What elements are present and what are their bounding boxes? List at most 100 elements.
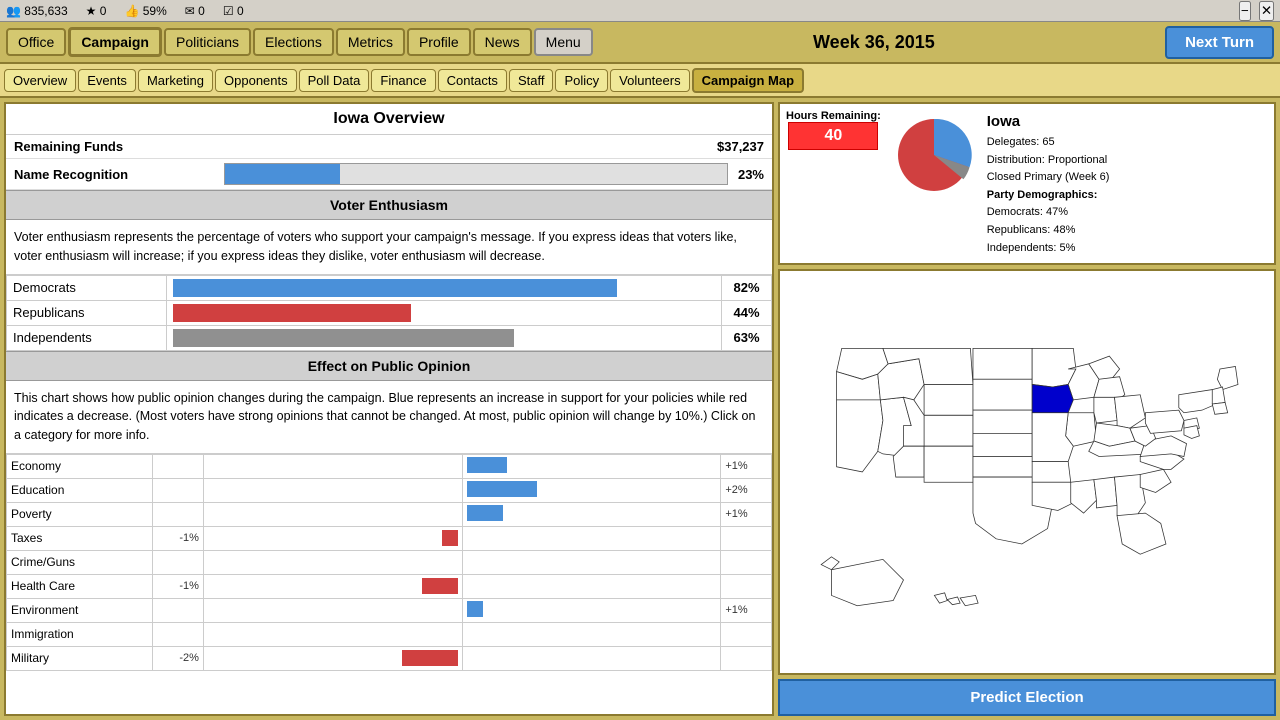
- opinion-table: Economy +1% Education +2% Poverty: [6, 454, 772, 671]
- left-panel: Iowa Overview Remaining Funds $37,237 Na…: [4, 102, 774, 716]
- opinion-row[interactable]: Taxes -1%: [7, 526, 772, 550]
- opinion-neg-val: -2%: [153, 646, 204, 670]
- subtab-opponents[interactable]: Opponents: [215, 69, 297, 92]
- star-stat: ★ 0: [86, 4, 107, 18]
- subtab-policy[interactable]: Policy: [555, 69, 608, 92]
- predict-election-button[interactable]: Predict Election: [778, 679, 1276, 716]
- tab-metrics[interactable]: Metrics: [336, 28, 405, 56]
- opinion-pos-val: [721, 574, 772, 598]
- opinion-neg-val: -1%: [153, 574, 204, 598]
- iowa-delegates: Delegates: 65: [987, 134, 1110, 152]
- subtab-volunteers[interactable]: Volunteers: [610, 69, 689, 92]
- subtab-contacts[interactable]: Contacts: [438, 69, 507, 92]
- enthusiasm-row: Republicans 44%: [7, 300, 772, 325]
- subtab-marketing[interactable]: Marketing: [138, 69, 213, 92]
- week-display: Week 36, 2015: [813, 32, 935, 53]
- iowa-democrats-pct: Democrats: 47%: [987, 204, 1110, 222]
- opinion-neg-val: [153, 454, 204, 478]
- opinion-row[interactable]: Environment +1%: [7, 598, 772, 622]
- enthusiasm-bar-cell: [167, 325, 722, 350]
- iowa-details: Iowa Delegates: 65 Distribution: Proport…: [987, 110, 1110, 257]
- content: Iowa Overview Remaining Funds $37,237 Na…: [0, 98, 1280, 720]
- opinion-row[interactable]: Military -2%: [7, 646, 772, 670]
- name-recognition-pct: 23%: [738, 167, 764, 182]
- minimize-button[interactable]: −: [1239, 1, 1251, 21]
- tab-office[interactable]: Office: [6, 28, 66, 56]
- people-stat: 👥 835,633: [6, 4, 68, 18]
- subtab-polldata[interactable]: Poll Data: [299, 69, 370, 92]
- name-recognition-label: Name Recognition: [14, 167, 214, 182]
- opinion-label: Education: [7, 478, 153, 502]
- iowa-independents-pct: Independents: 5%: [987, 240, 1110, 258]
- opinion-neg-val: -1%: [153, 526, 204, 550]
- tab-campaign[interactable]: Campaign: [68, 27, 162, 57]
- enthusiasm-label: Democrats: [7, 275, 167, 300]
- opinion-label: Military: [7, 646, 153, 670]
- left-panel-title: Iowa Overview: [6, 104, 772, 135]
- opinion-row[interactable]: Health Care -1%: [7, 574, 772, 598]
- opinion-label: Immigration: [7, 622, 153, 646]
- enthusiasm-pct: 63%: [722, 325, 772, 350]
- opinion-row[interactable]: Education +2%: [7, 478, 772, 502]
- titlebar: 👥 835,633 ★ 0 👍 59% ✉ 0 ☑ 0 − ✕: [0, 0, 1280, 22]
- enthusiasm-row: Democrats 82%: [7, 275, 772, 300]
- subtab-campaign-map[interactable]: Campaign Map: [692, 68, 804, 93]
- opinion-neg-bar-cell: [203, 574, 462, 598]
- iowa-info-box: Hours Remaining: 40 Iowa Delegates: 65 D…: [778, 102, 1276, 265]
- opinion-neg-bar-cell: [203, 646, 462, 670]
- next-turn-button[interactable]: Next Turn: [1165, 26, 1274, 59]
- opinion-pos-bar-cell: [462, 502, 721, 526]
- opinion-neg-val: [153, 550, 204, 574]
- enthusiasm-label: Republicans: [7, 300, 167, 325]
- opinion-pos-val: [721, 526, 772, 550]
- titlebar-stats: 👥 835,633 ★ 0 👍 59% ✉ 0 ☑ 0: [6, 4, 244, 18]
- check-stat: ☑ 0: [223, 4, 244, 18]
- opinion-neg-bar-cell: [203, 454, 462, 478]
- opinion-neg-bar-cell: [203, 502, 462, 526]
- opinion-row[interactable]: Economy +1%: [7, 454, 772, 478]
- close-button[interactable]: ✕: [1259, 1, 1274, 21]
- subtab-finance[interactable]: Finance: [371, 69, 435, 92]
- opinion-neg-val: [153, 478, 204, 502]
- subnav: Overview Events Marketing Opponents Poll…: [0, 64, 1280, 98]
- enthusiasm-label: Independents: [7, 325, 167, 350]
- tab-elections[interactable]: Elections: [253, 28, 334, 56]
- opinion-pos-val: +1%: [721, 502, 772, 526]
- effect-header: Effect on Public Opinion: [6, 351, 772, 381]
- us-map-container[interactable]: [778, 269, 1276, 675]
- menu-button[interactable]: Menu: [534, 28, 593, 56]
- tab-profile[interactable]: Profile: [407, 28, 471, 56]
- subtab-staff[interactable]: Staff: [509, 69, 554, 92]
- opinion-label: Economy: [7, 454, 153, 478]
- tab-news[interactable]: News: [473, 28, 532, 56]
- opinion-neg-val: [153, 502, 204, 526]
- opinion-row[interactable]: Immigration: [7, 622, 772, 646]
- opinion-neg-bar-cell: [203, 598, 462, 622]
- subtab-events[interactable]: Events: [78, 69, 136, 92]
- opinion-neg-val: [153, 598, 204, 622]
- opinion-row[interactable]: Crime/Guns: [7, 550, 772, 574]
- opinion-neg-val: [153, 622, 204, 646]
- opinion-row[interactable]: Poverty +1%: [7, 502, 772, 526]
- name-recognition-row: Name Recognition 23%: [6, 159, 772, 190]
- navbar: Office Campaign Politicians Elections Me…: [0, 22, 1280, 64]
- remaining-funds-label: Remaining Funds: [14, 139, 214, 154]
- name-recognition-bar: [224, 163, 728, 185]
- mail-stat: ✉ 0: [185, 4, 205, 18]
- iowa-pie-chart: [889, 110, 979, 200]
- iowa-demographics-label: Party Demographics:: [987, 187, 1110, 205]
- subtab-overview[interactable]: Overview: [4, 69, 76, 92]
- opinion-pos-bar-cell: [462, 598, 721, 622]
- opinion-pos-val: [721, 646, 772, 670]
- opinion-pos-val: +1%: [721, 598, 772, 622]
- hours-remaining-bar: 40: [788, 122, 878, 150]
- effect-desc: This chart shows how public opinion chan…: [6, 381, 772, 454]
- remaining-funds-value: $37,237: [717, 139, 764, 154]
- enthusiasm-table: Democrats 82% Republicans 44% Independen…: [6, 275, 772, 351]
- opinion-pos-val: +2%: [721, 478, 772, 502]
- right-panel: Hours Remaining: 40 Iowa Delegates: 65 D…: [778, 102, 1276, 716]
- iowa-republicans-pct: Republicans: 48%: [987, 222, 1110, 240]
- tab-politicians[interactable]: Politicians: [164, 28, 251, 56]
- us-map: [780, 271, 1274, 673]
- iowa-distribution: Distribution: Proportional: [987, 152, 1110, 170]
